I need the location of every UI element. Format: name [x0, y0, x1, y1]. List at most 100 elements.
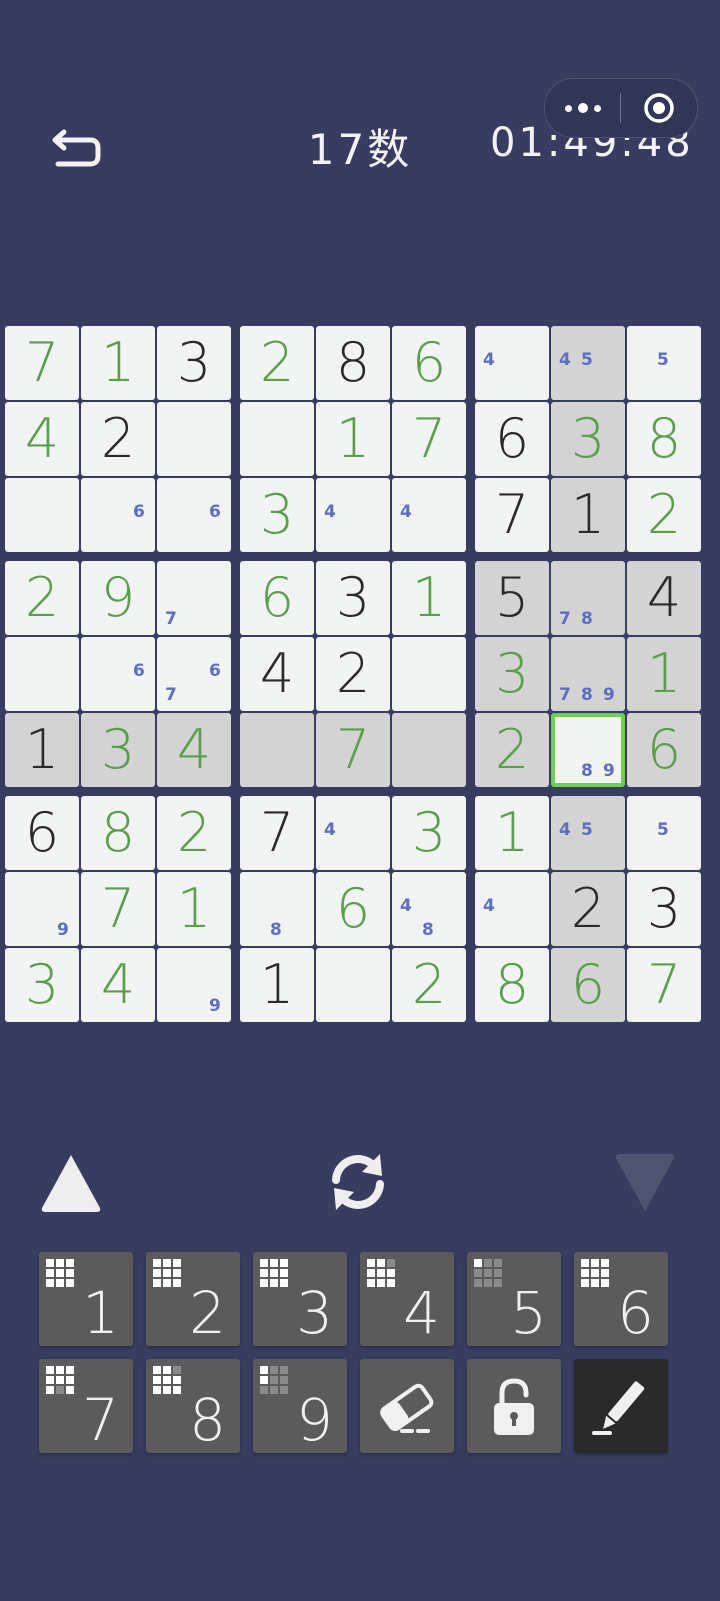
sudoku-cell[interactable]: 5: [627, 326, 701, 400]
sudoku-cell[interactable]: 8: [475, 948, 549, 1022]
number-key-3[interactable]: 3: [253, 1252, 347, 1346]
sudoku-cell[interactable]: 6: [240, 561, 314, 635]
sudoku-cell[interactable]: 3: [81, 713, 155, 787]
number-key-2[interactable]: 2: [146, 1252, 240, 1346]
sudoku-cell[interactable]: 6: [81, 478, 155, 552]
sudoku-cell[interactable]: 7: [157, 561, 231, 635]
sudoku-cell[interactable]: 5: [475, 561, 549, 635]
sudoku-cell[interactable]: 8: [627, 402, 701, 476]
sudoku-cell[interactable]: 48: [392, 872, 466, 946]
number-key-8[interactable]: 8: [146, 1359, 240, 1453]
sudoku-cell[interactable]: 6: [157, 478, 231, 552]
sudoku-cell[interactable]: [392, 637, 466, 711]
sudoku-cell[interactable]: 4: [627, 561, 701, 635]
sudoku-cell[interactable]: [240, 402, 314, 476]
sudoku-cell[interactable]: 2: [392, 948, 466, 1022]
sudoku-cell[interactable]: 6: [475, 402, 549, 476]
pencil-button[interactable]: [574, 1359, 668, 1453]
sudoku-cell[interactable]: 4: [316, 478, 390, 552]
sudoku-cell[interactable]: 6: [392, 326, 466, 400]
next-button[interactable]: [612, 1150, 678, 1216]
sudoku-cell[interactable]: 2: [316, 637, 390, 711]
sudoku-cell[interactable]: 2: [240, 326, 314, 400]
sudoku-cell[interactable]: 6: [5, 796, 79, 870]
number-key-4[interactable]: 4: [360, 1252, 454, 1346]
sudoku-cell[interactable]: 3: [5, 948, 79, 1022]
sudoku-cell[interactable]: 9: [5, 872, 79, 946]
sudoku-cell[interactable]: 2: [81, 402, 155, 476]
number-key-6[interactable]: 6: [574, 1252, 668, 1346]
sudoku-cell[interactable]: 8: [240, 872, 314, 946]
sudoku-cell[interactable]: 1: [316, 402, 390, 476]
sudoku-cell[interactable]: 6: [551, 948, 625, 1022]
sudoku-cell[interactable]: 7: [5, 326, 79, 400]
sudoku-cell[interactable]: 78: [551, 561, 625, 635]
sudoku-cell[interactable]: 7: [81, 872, 155, 946]
more-menu-button[interactable]: [545, 79, 620, 137]
sudoku-cell[interactable]: 1: [392, 561, 466, 635]
sudoku-cell[interactable]: 3: [157, 326, 231, 400]
sudoku-cell[interactable]: 1: [157, 872, 231, 946]
sudoku-cell[interactable]: 2: [627, 478, 701, 552]
sudoku-cell[interactable]: 2: [551, 872, 625, 946]
cell-value: 6: [646, 718, 682, 781]
sudoku-cell[interactable]: 4: [475, 326, 549, 400]
sudoku-cell[interactable]: 2: [157, 796, 231, 870]
sudoku-cell[interactable]: [316, 948, 390, 1022]
sudoku-cell[interactable]: 6: [81, 637, 155, 711]
sudoku-cell[interactable]: 9: [81, 561, 155, 635]
sudoku-cell[interactable]: 4: [81, 948, 155, 1022]
sudoku-cell[interactable]: 1: [5, 713, 79, 787]
sudoku-cell[interactable]: 3: [475, 637, 549, 711]
sudoku-cell[interactable]: 4: [475, 872, 549, 946]
sudoku-cell[interactable]: 1: [551, 478, 625, 552]
sudoku-cell[interactable]: 3: [316, 561, 390, 635]
sudoku-cell[interactable]: 4: [157, 713, 231, 787]
sudoku-cell[interactable]: 1: [240, 948, 314, 1022]
sudoku-cell[interactable]: 3: [551, 402, 625, 476]
sudoku-cell[interactable]: 67: [157, 637, 231, 711]
number-key-5[interactable]: 5: [467, 1252, 561, 1346]
sudoku-cell[interactable]: 3: [240, 478, 314, 552]
sudoku-cell[interactable]: [392, 713, 466, 787]
sudoku-cell[interactable]: 1: [475, 796, 549, 870]
sudoku-cell[interactable]: 1: [627, 637, 701, 711]
sudoku-cell[interactable]: [157, 402, 231, 476]
number-key-9[interactable]: 9: [253, 1359, 347, 1453]
number-key-1[interactable]: 1: [39, 1252, 133, 1346]
lock-button[interactable]: [467, 1359, 561, 1453]
number-key-7[interactable]: 7: [39, 1359, 133, 1453]
sudoku-cell[interactable]: 9: [157, 948, 231, 1022]
close-miniprogram-button[interactable]: [621, 79, 697, 137]
sudoku-cell[interactable]: 45: [551, 796, 625, 870]
sudoku-cell[interactable]: 6: [316, 872, 390, 946]
sudoku-cell[interactable]: 789: [551, 637, 625, 711]
eraser-button[interactable]: [360, 1359, 454, 1453]
sudoku-cell[interactable]: [240, 713, 314, 787]
sudoku-cell[interactable]: 3: [392, 796, 466, 870]
sudoku-cell[interactable]: 7: [627, 948, 701, 1022]
sudoku-cell[interactable]: 2: [5, 561, 79, 635]
sudoku-cell[interactable]: [5, 637, 79, 711]
sudoku-cell[interactable]: 8: [81, 796, 155, 870]
sudoku-cell[interactable]: 7: [475, 478, 549, 552]
sudoku-cell[interactable]: [5, 478, 79, 552]
sudoku-cell[interactable]: 6: [627, 713, 701, 787]
sudoku-cell[interactable]: 4: [5, 402, 79, 476]
sudoku-cell[interactable]: 3: [627, 872, 701, 946]
sudoku-cell[interactable]: 5: [627, 796, 701, 870]
prev-button[interactable]: [38, 1150, 104, 1216]
sudoku-cell[interactable]: 7: [392, 402, 466, 476]
refresh-button[interactable]: [322, 1146, 394, 1218]
back-button[interactable]: [50, 118, 110, 178]
sudoku-cell[interactable]: 7: [240, 796, 314, 870]
sudoku-cell[interactable]: 4: [392, 478, 466, 552]
sudoku-cell[interactable]: 7: [316, 713, 390, 787]
sudoku-cell[interactable]: 1: [81, 326, 155, 400]
sudoku-cell[interactable]: 4: [316, 796, 390, 870]
selected-cell[interactable]: 89: [551, 713, 625, 787]
sudoku-cell[interactable]: 4: [240, 637, 314, 711]
sudoku-cell[interactable]: 2: [475, 713, 549, 787]
sudoku-cell[interactable]: 45: [551, 326, 625, 400]
sudoku-cell[interactable]: 8: [316, 326, 390, 400]
